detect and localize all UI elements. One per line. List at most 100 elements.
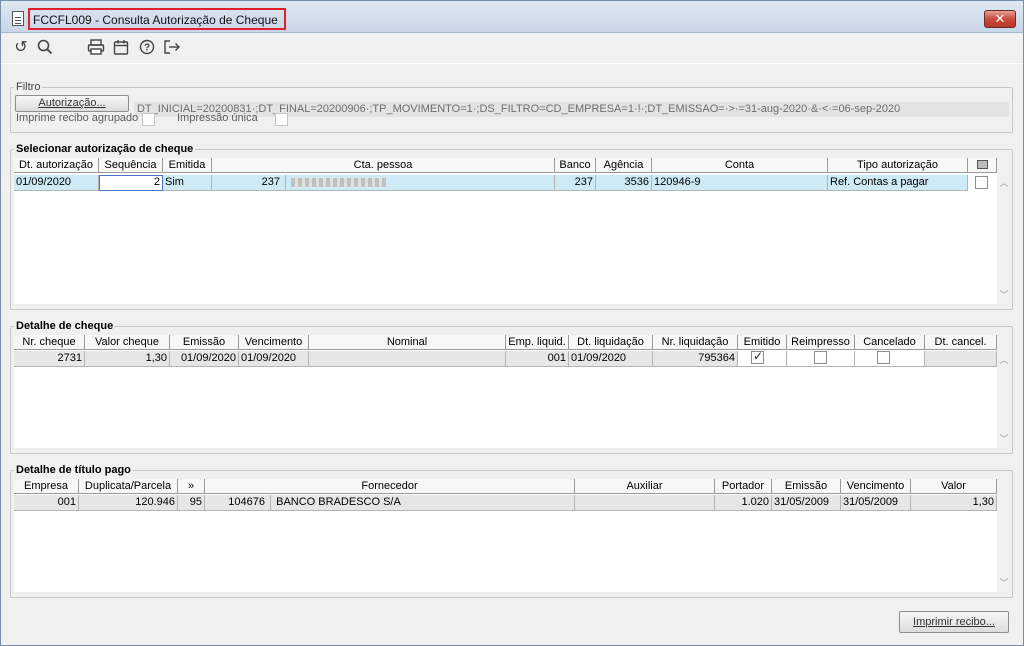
cell-cta-pessoa[interactable]: 237: [212, 175, 555, 191]
col-empresa[interactable]: Empresa: [14, 479, 79, 494]
calendar-icon[interactable]: [112, 39, 130, 57]
col-agencia[interactable]: Agência: [596, 158, 652, 173]
cell-dt-liquidacao[interactable]: 01/09/2020: [569, 351, 653, 367]
cell-agencia[interactable]: 3536: [596, 175, 652, 191]
cell-duplicata[interactable]: 120.946: [79, 495, 178, 511]
cell-nominal[interactable]: [309, 351, 506, 367]
col-select-all[interactable]: [968, 158, 997, 173]
col-vencimento[interactable]: Vencimento: [841, 479, 911, 494]
filtro-group: Filtro Autorização... DT_INICIAL=2020083…: [10, 81, 1013, 133]
col-emp-liquid[interactable]: Emp. liquid.: [506, 335, 569, 350]
col-emissao[interactable]: Emissão: [170, 335, 239, 350]
col-cta-pessoa[interactable]: Cta. pessoa: [212, 158, 555, 173]
cell-nr-liquidacao[interactable]: 795364: [653, 351, 738, 367]
imprimir-recibo-button[interactable]: Imprimir recibo...: [899, 611, 1009, 633]
col-fornecedor[interactable]: Fornecedor: [205, 479, 575, 494]
scroll-up-arrow[interactable]: ︿: [997, 353, 1011, 366]
cell-emitida[interactable]: Sim: [163, 175, 212, 191]
refresh-icon[interactable]: ↺: [12, 39, 30, 57]
col-nr-liquidacao[interactable]: Nr. liquidação: [653, 335, 738, 350]
cell-nr-cheque[interactable]: 2731: [14, 351, 85, 367]
cheque-legend: Detalhe de cheque: [14, 320, 116, 332]
col-portador[interactable]: Portador: [715, 479, 772, 494]
fornecedor-code: 104676: [228, 496, 265, 508]
col-sequencia[interactable]: Sequência: [99, 158, 163, 173]
row-select-checkbox[interactable]: [975, 176, 988, 189]
cell-emissao[interactable]: 31/05/2009: [772, 495, 841, 511]
cell-portador[interactable]: 1.020: [715, 495, 772, 511]
filter-expression-field: DT_INICIAL=20200831·;DT_FINAL=20200906·;…: [134, 102, 1009, 117]
select-all-icon: [976, 160, 988, 169]
window-title: FCCFL009 - Consulta Autorização de Chequ…: [28, 8, 286, 30]
scroll-down-arrow[interactable]: ﹀: [997, 288, 1011, 301]
autorizacao-legend: Selecionar autorização de cheque: [14, 143, 196, 155]
document-icon: [12, 11, 24, 26]
col-duplicata-parcela[interactable]: Duplicata/Parcela: [79, 479, 178, 494]
col-tipo-autorizacao[interactable]: Tipo autorização: [828, 158, 968, 173]
cell-vencimento[interactable]: 01/09/2020: [239, 351, 309, 367]
cell-emp-liquid[interactable]: 001: [506, 351, 569, 367]
exit-icon[interactable]: [163, 39, 181, 57]
scroll-down-arrow[interactable]: ﹀: [997, 576, 1011, 589]
cell-parcela[interactable]: 95: [178, 495, 205, 511]
autorizacao-grid: Dt. autorização Sequência Emitida Cta. p…: [14, 158, 1009, 304]
search-icon[interactable]: [36, 39, 54, 57]
titulo-legend: Detalhe de título pago: [14, 464, 133, 476]
col-emissao[interactable]: Emissão: [772, 479, 841, 494]
col-valor-cheque[interactable]: Valor cheque: [85, 335, 170, 350]
impressao-unica-checkbox[interactable]: [275, 113, 288, 126]
print-icon[interactable]: [87, 39, 105, 57]
col-dt-liquidacao[interactable]: Dt. liquidação: [569, 335, 653, 350]
col-nr-cheque[interactable]: Nr. cheque: [14, 335, 85, 350]
imprime-recibo-label: Imprime recibo agrupado: [16, 112, 139, 124]
cell-banco[interactable]: 237: [555, 175, 596, 191]
col-auxiliar[interactable]: Auxiliar: [575, 479, 715, 494]
col-banco[interactable]: Banco: [555, 158, 596, 173]
cell-cancelado[interactable]: [855, 351, 925, 367]
cell-valor-cheque[interactable]: 1,30: [85, 351, 170, 367]
reimpresso-checkbox[interactable]: [814, 351, 827, 364]
fornecedor-name: BANCO BRADESCO S/A: [276, 496, 401, 508]
help-icon[interactable]: ?: [138, 39, 156, 57]
scroll-up-arrow[interactable]: ︿: [997, 176, 1011, 189]
imprimir-recibo-label: Imprimir recibo...: [913, 616, 995, 628]
cta-pessoa-code: 237: [261, 176, 280, 188]
cell-dt-cancel[interactable]: [925, 351, 997, 367]
cell-divider: [285, 175, 287, 190]
autorizacao-button[interactable]: Autorização...: [15, 95, 129, 112]
col-conta[interactable]: Conta: [652, 158, 828, 173]
imprime-recibo-checkbox[interactable]: [142, 113, 155, 126]
col-vencimento[interactable]: Vencimento: [239, 335, 309, 350]
cell-divider: [270, 495, 272, 510]
col-dt-autorizacao[interactable]: Dt. autorização: [14, 158, 99, 173]
cell-fornecedor[interactable]: 104676 BANCO BRADESCO S/A: [205, 495, 575, 511]
emitido-checkbox[interactable]: [751, 349, 764, 364]
cell-valor[interactable]: 1,30: [911, 495, 997, 511]
col-dt-cancel[interactable]: Dt. cancel.: [925, 335, 997, 350]
cancelado-checkbox[interactable]: [877, 351, 890, 364]
cell-conta[interactable]: 120946-9: [652, 175, 828, 191]
cell-emissao[interactable]: 01/09/2020: [170, 351, 239, 367]
col-expand[interactable]: »: [178, 479, 205, 494]
cell-auxiliar[interactable]: [575, 495, 715, 511]
col-emitido[interactable]: Emitido: [738, 335, 787, 350]
col-valor[interactable]: Valor: [911, 479, 997, 494]
toolbar-separator: [1, 63, 1023, 64]
col-nominal[interactable]: Nominal: [309, 335, 506, 350]
close-button[interactable]: ✕: [984, 10, 1016, 28]
col-reimpresso[interactable]: Reimpresso: [787, 335, 855, 350]
filtro-legend: Filtro: [14, 81, 43, 93]
cell-tipo-autorizacao[interactable]: Ref. Contas a pagar: [828, 175, 968, 191]
main-window: FCCFL009 - Consulta Autorização de Chequ…: [0, 0, 1024, 646]
titulo-grid: Empresa Duplicata/Parcela » Fornecedor A…: [14, 479, 1009, 592]
col-emitida[interactable]: Emitida: [163, 158, 212, 173]
svg-text:?: ?: [144, 43, 150, 54]
cell-sequencia[interactable]: 2: [99, 175, 163, 191]
cell-empresa[interactable]: 001: [14, 495, 79, 511]
cheque-grid: Nr. cheque Valor cheque Emissão Vencimen…: [14, 335, 1009, 448]
scroll-down-arrow[interactable]: ﹀: [997, 432, 1011, 445]
impressao-unica-label: Impressão única: [177, 112, 258, 124]
cell-dt-autorizacao[interactable]: 01/09/2020: [14, 175, 99, 191]
cell-vencimento[interactable]: 31/05/2009: [841, 495, 911, 511]
col-cancelado[interactable]: Cancelado: [855, 335, 925, 350]
